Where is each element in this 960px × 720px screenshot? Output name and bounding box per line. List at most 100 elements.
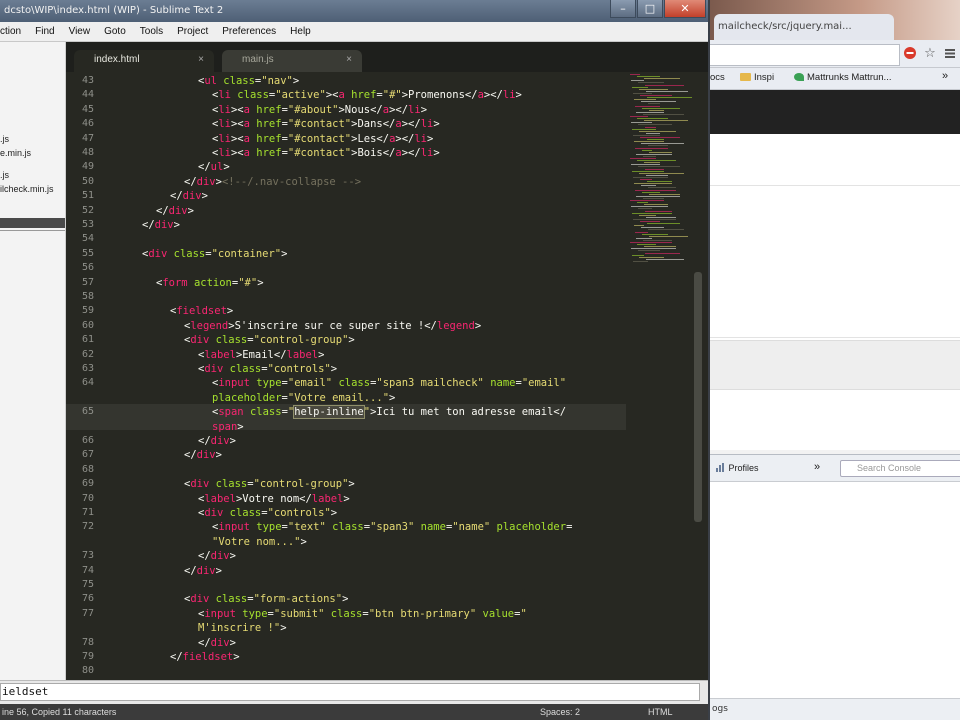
- line-number: 80: [81, 665, 94, 677]
- code-line: </div>: [156, 204, 194, 217]
- code-line: <div class="container">: [142, 247, 288, 260]
- line-number: 75: [81, 579, 94, 590]
- menu-tools[interactable]: Tools: [133, 26, 170, 37]
- minimap-line: [637, 118, 668, 120]
- close-tab-icon[interactable]: ×: [346, 50, 352, 70]
- minimap-line: [638, 250, 660, 252]
- minimap-line: [646, 258, 684, 260]
- minimap-line: [645, 126, 656, 128]
- menu-goto[interactable]: Goto: [97, 26, 133, 37]
- indentation-setting[interactable]: Spaces: 2: [540, 704, 580, 720]
- editor-scrollbar[interactable]: [694, 272, 702, 522]
- minimap-line: [640, 179, 652, 180]
- devtools-more-tabs[interactable]: »: [814, 461, 820, 473]
- code-line: <li><a href="#contact">Bois</a></li>: [212, 147, 440, 159]
- line-number: 55: [81, 247, 94, 259]
- minimap-line: [647, 139, 664, 141]
- line-number: 64: [81, 377, 94, 389]
- minimap-line: [644, 78, 680, 80]
- page-footer-block: [710, 340, 960, 390]
- devtools-tab-label: Profiles: [728, 463, 759, 473]
- find-input[interactable]: ieldset: [0, 683, 700, 701]
- code-line: <div class="control-group">: [184, 478, 355, 491]
- close-window-button[interactable]: ✕: [664, 0, 706, 18]
- minimap-line: [639, 214, 656, 216]
- line-number: 56: [81, 262, 94, 274]
- code-line: </div>: [170, 190, 208, 203]
- code-editor[interactable]: 43 44 45 46 47 48 49 50 51 52 53 54 55 56 57 58 59 60 61 62…: [66, 72, 708, 680]
- menu-selection[interactable]: ction: [0, 26, 28, 37]
- code-line: <input type="submit" class="btn btn-prim…: [198, 607, 527, 620]
- file-sidebar: .js e.min.js .js ilcheck.min.js: [0, 42, 66, 680]
- bookmark-label: Mattrunks Mattrun...: [807, 72, 892, 83]
- bookmarks-overflow[interactable]: »: [942, 70, 948, 82]
- line-number: 61: [81, 334, 94, 346]
- minimap-line: [636, 195, 680, 197]
- code-line: <label>Votre nom</label>: [198, 492, 350, 505]
- menu-view[interactable]: View: [62, 26, 98, 37]
- window-titlebar[interactable]: dcsto\WIP\index.html (WIP) - Sublime Tex…: [0, 0, 708, 22]
- sidebar-file[interactable]: e.min.js: [0, 148, 31, 158]
- minimize-button[interactable]: –: [610, 0, 636, 18]
- tab-bar: index.html × main.js ×: [66, 42, 708, 72]
- bookmark-mattrunks[interactable]: Mattrunks Mattrun...: [794, 72, 891, 83]
- sidebar-file[interactable]: .js: [0, 170, 9, 180]
- page-row: [710, 134, 960, 186]
- page-row: [710, 186, 960, 338]
- syntax-setting[interactable]: HTML: [648, 704, 673, 720]
- menu-help[interactable]: Help: [283, 26, 318, 37]
- menu-preferences[interactable]: Preferences: [215, 26, 283, 37]
- minimap[interactable]: [626, 72, 692, 272]
- minimap-line: [631, 206, 668, 208]
- maximize-button[interactable]: □: [637, 0, 663, 18]
- line-number: 48: [81, 147, 94, 158]
- minimap-line: [635, 147, 668, 149]
- code-line: <form action="#">: [156, 276, 264, 289]
- sidebar-selected-item[interactable]: [0, 218, 65, 228]
- minimap-line: [644, 246, 676, 248]
- line-number: 72: [81, 521, 94, 533]
- minimap-line: [649, 193, 680, 195]
- menu-find[interactable]: Find: [28, 26, 61, 37]
- minimap-line: [639, 256, 664, 258]
- code-line: <input type="text" class="span3" name="n…: [212, 521, 573, 534]
- bookmark-item[interactable]: ocs: [710, 72, 725, 83]
- minimap-line: [630, 116, 648, 117]
- sublime-text-window: dcsto\WIP\index.html (WIP) - Sublime Tex…: [0, 0, 708, 720]
- bookmark-folder-inspi[interactable]: Inspi: [740, 72, 774, 83]
- window-title: dcsto\WIP\index.html (WIP) - Sublime Tex…: [4, 5, 224, 16]
- wrench-icon[interactable]: [942, 46, 958, 62]
- minimap-line: [639, 130, 676, 132]
- tab-index-html[interactable]: index.html ×: [74, 50, 214, 72]
- folder-icon: [740, 73, 751, 81]
- stop-icon[interactable]: [902, 46, 918, 62]
- code-line: </div>: [142, 219, 180, 231]
- minimap-line: [646, 132, 660, 134]
- sidebar-file[interactable]: .js: [0, 134, 9, 144]
- code-line: "Votre nom...">: [212, 535, 307, 548]
- minimap-line: [642, 233, 668, 235]
- close-tab-icon[interactable]: ×: [198, 50, 204, 70]
- address-bar[interactable]: [710, 44, 900, 66]
- code-line: <div class="controls">: [198, 507, 338, 519]
- minimap-line: [633, 218, 676, 220]
- browser-tab[interactable]: mailcheck/src/jquery.mai...: [714, 14, 894, 40]
- profiles-icon: [716, 463, 724, 472]
- minimap-line: [645, 84, 684, 86]
- star-icon[interactable]: ☆: [922, 46, 938, 62]
- line-number: 66: [81, 435, 94, 446]
- sidebar-file[interactable]: ilcheck.min.js: [0, 184, 54, 194]
- code-line: <li><a href="#contact">Les</a></li>: [212, 132, 434, 145]
- line-number: 71: [81, 507, 94, 518]
- menu-project[interactable]: Project: [170, 26, 215, 37]
- line-number: 77: [81, 607, 94, 619]
- console-search-input[interactable]: Search Console: [840, 460, 960, 477]
- devtools-tab-profiles[interactable]: Profiles: [716, 463, 759, 473]
- minimap-line: [649, 151, 672, 153]
- bookmarks-bar: ocs Inspi Mattrunks Mattrun... »: [710, 68, 960, 90]
- minimap-line: [631, 164, 660, 166]
- line-number: 46: [81, 118, 94, 130]
- tab-main-js[interactable]: main.js ×: [222, 50, 362, 72]
- minimap-line: [640, 137, 680, 138]
- console-output[interactable]: [710, 482, 960, 698]
